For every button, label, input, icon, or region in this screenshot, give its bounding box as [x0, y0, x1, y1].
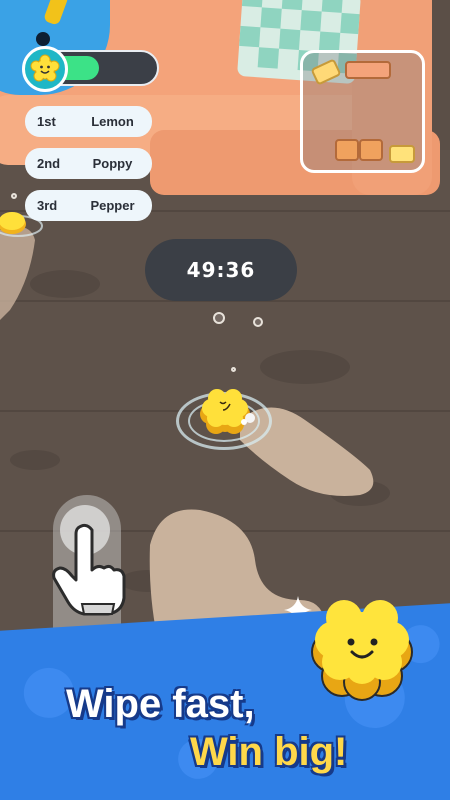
leaderboard-name: Pepper: [90, 198, 135, 213]
minimap-box-marker: [335, 139, 359, 161]
soap-bubble: [11, 193, 17, 199]
leaderboard-name: Lemon: [91, 114, 134, 129]
minimap-sofa-marker: [345, 61, 391, 79]
leaderboard-rank: 2nd: [37, 156, 61, 171]
leaderboard-row-2: 2nd Poppy: [25, 148, 152, 179]
leaderboard-name: Poppy: [92, 156, 133, 171]
banner-title-line1: Wipe fast,: [66, 682, 255, 726]
hand-pointer-icon: [52, 523, 126, 616]
sponge-mascot: [311, 600, 413, 701]
player-sponge[interactable]: [190, 384, 260, 440]
soap-bubble: [231, 367, 236, 372]
player-avatar: [22, 46, 68, 92]
minimap-player-marker: [389, 145, 415, 163]
leaderboard-row-1: 1st Lemon: [25, 106, 152, 137]
game-scene[interactable]: 1st Lemon 2nd Poppy 3rd Pepper 49:36 Wip…: [0, 0, 450, 800]
countdown-timer: 49:36: [145, 239, 297, 301]
soap-bubble: [253, 317, 263, 327]
leaderboard-rank: 1st: [37, 114, 56, 129]
sponge-face-icon: [30, 54, 60, 82]
minimap-sponge-marker: [310, 58, 342, 86]
minimap: [300, 50, 425, 173]
leaderboard-rank: 3rd: [37, 198, 58, 213]
leaderboard-row-3: 3rd Pepper: [25, 190, 152, 221]
minimap-box-marker: [359, 139, 383, 161]
banner-title-line2: Win big!: [190, 730, 348, 774]
soap-bubble: [213, 312, 225, 324]
